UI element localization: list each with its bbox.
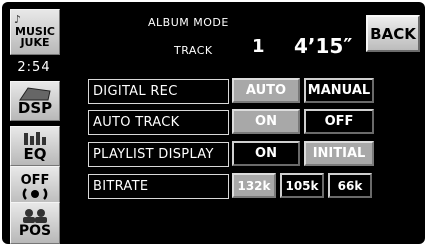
digital-rec-label: DIGITAL REC bbox=[88, 79, 229, 104]
track-time: 4’15″ bbox=[294, 34, 353, 58]
off-label: OFF bbox=[20, 172, 50, 188]
dsp-label: DSP bbox=[17, 98, 53, 117]
auto-track-on-option[interactable]: ON bbox=[232, 109, 300, 134]
surround-icon bbox=[22, 187, 48, 200]
digital-rec-auto-option[interactable]: AUTO bbox=[232, 78, 300, 103]
eq-label: EQ bbox=[23, 144, 47, 163]
back-button[interactable]: BACK bbox=[366, 15, 420, 52]
pos-label: POS bbox=[18, 223, 52, 239]
bitrate-105k-option[interactable]: 105k bbox=[280, 173, 324, 198]
juke-label: JUKE bbox=[20, 36, 50, 49]
playlist-display-on-option[interactable]: ON bbox=[232, 141, 300, 166]
track-number: 1 bbox=[252, 36, 265, 57]
music-note-icon: ♪ bbox=[14, 13, 22, 26]
album-mode-label: ALBUM MODE bbox=[148, 16, 229, 29]
auto-track-off-option[interactable]: OFF bbox=[304, 109, 374, 134]
head-unit-screen: ♪ MUSIC JUKE 2:54 DSP EQ OFF POS ALBUM M… bbox=[2, 2, 425, 244]
bitrate-66k-option[interactable]: 66k bbox=[328, 173, 372, 198]
playlist-display-initial-option[interactable]: INITIAL bbox=[304, 141, 374, 166]
clock: 2:54 bbox=[17, 60, 51, 75]
music-juke-button[interactable]: ♪ MUSIC JUKE bbox=[10, 9, 60, 55]
dsp-button[interactable]: DSP bbox=[10, 81, 60, 121]
seat-position-icon bbox=[23, 209, 47, 223]
track-label: TRACK bbox=[174, 44, 213, 57]
playlist-display-label: PLAYLIST DISPLAY bbox=[88, 142, 229, 167]
bitrate-label: BITRATE bbox=[88, 174, 229, 199]
auto-track-label: AUTO TRACK bbox=[88, 110, 229, 135]
bitrate-132k-option[interactable]: 132k bbox=[232, 173, 276, 198]
position-button[interactable]: POS bbox=[10, 202, 60, 244]
eq-button[interactable]: EQ bbox=[10, 126, 60, 166]
digital-rec-manual-option[interactable]: MANUAL bbox=[304, 78, 374, 103]
